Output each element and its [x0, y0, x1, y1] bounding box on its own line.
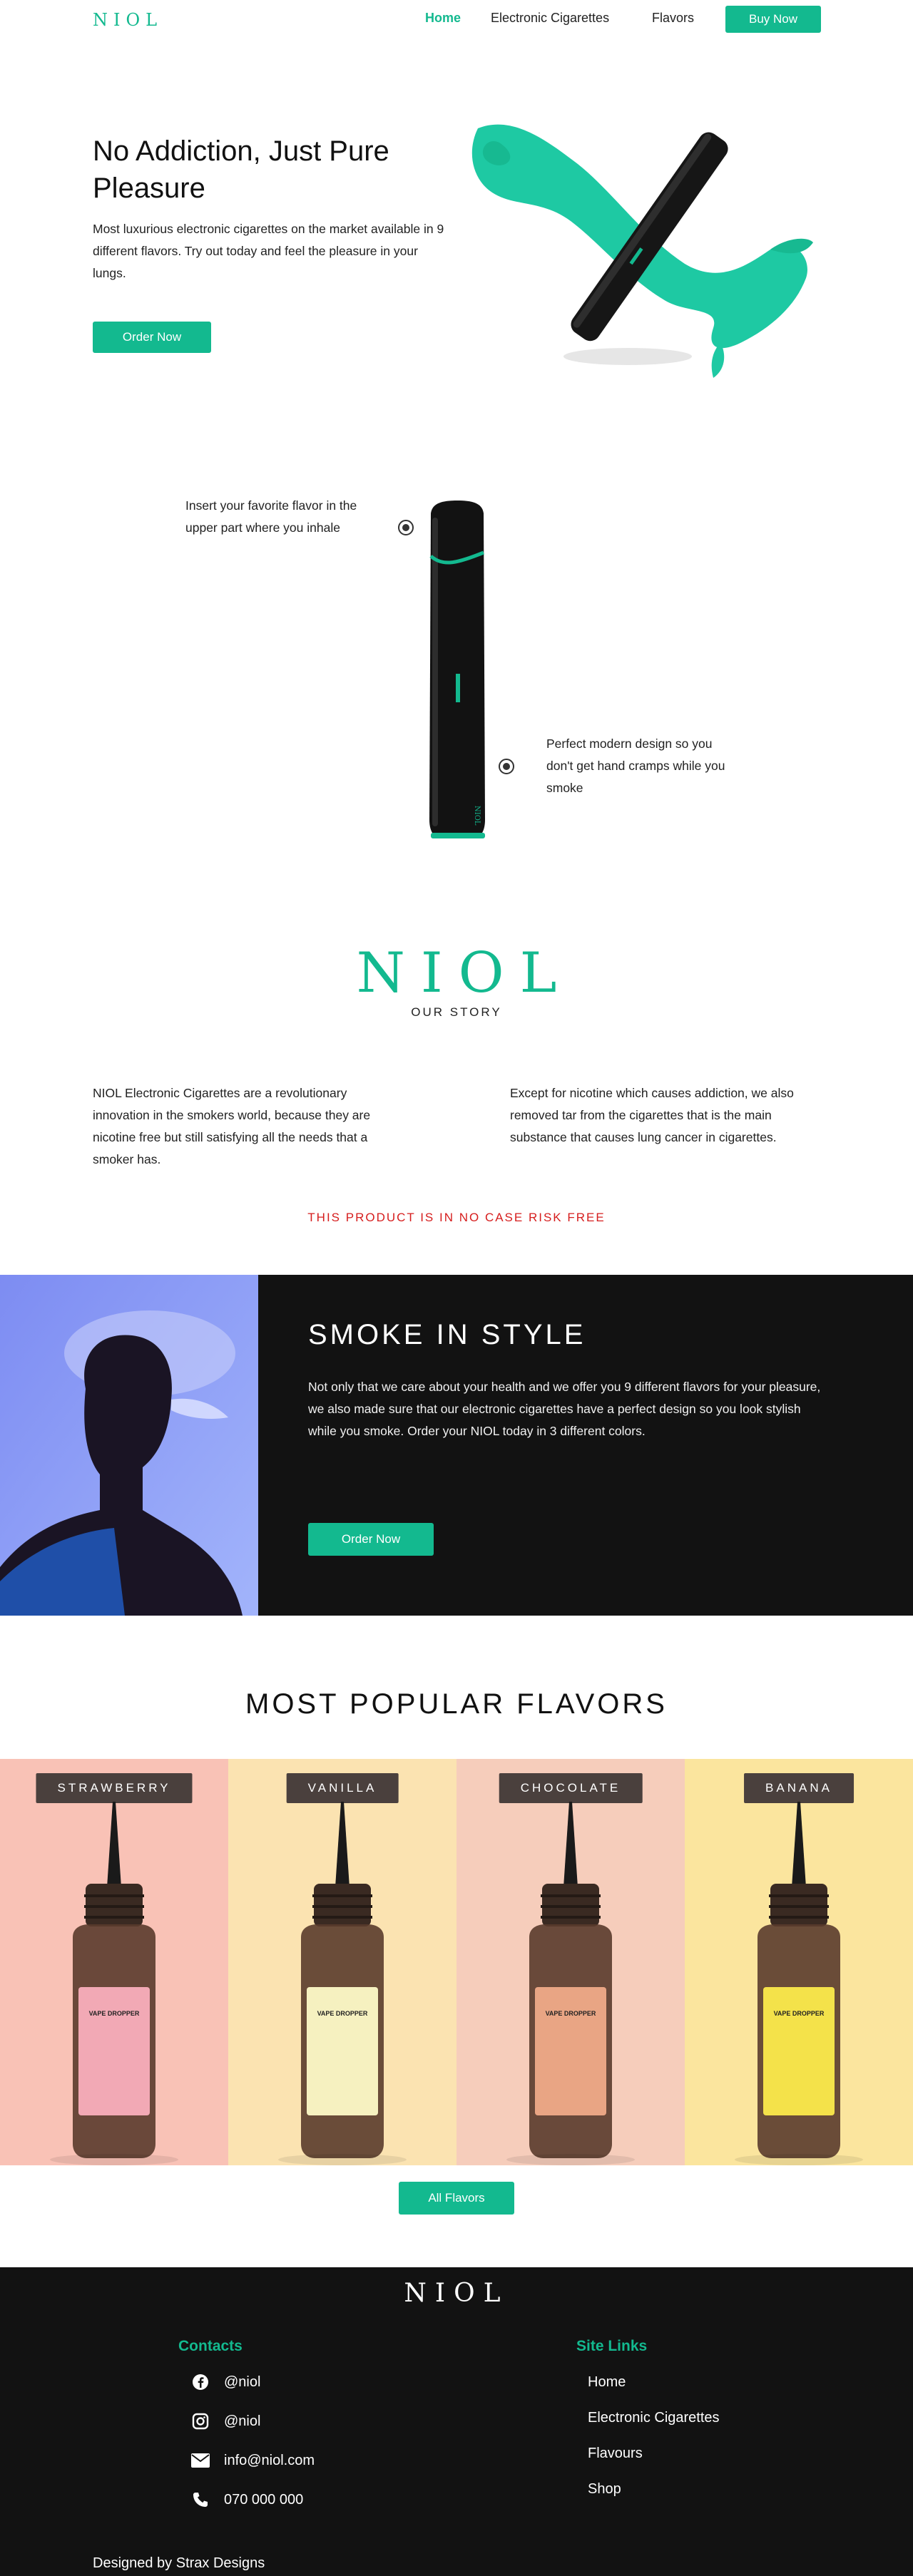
svg-text:NIOL: NIOL — [473, 806, 481, 826]
nav-link-home[interactable]: Home — [425, 11, 461, 26]
all-flavors-button[interactable]: All Flavors — [399, 2182, 514, 2215]
bottle-label: VAPE DROPPER — [89, 2010, 140, 2017]
hero-text: Most luxurious electronic cigarettes on … — [93, 222, 444, 280]
buy-now-button[interactable]: Buy Now — [725, 6, 821, 33]
bottle-label: VAPE DROPPER — [774, 2010, 825, 2017]
footer-logo: NIOL — [404, 2279, 509, 2308]
story-right-text: Except for nicotine which causes addicti… — [510, 1086, 794, 1144]
hero-order-button[interactable]: Order Now — [93, 322, 211, 353]
contact-email[interactable]: info@niol.com — [191, 2451, 315, 2470]
target-icon — [499, 759, 514, 774]
footer — [0, 2267, 913, 2576]
flavor-card-strawberry[interactable]: STRAWBERRY VAPE DROPPER — [0, 1759, 228, 2165]
hero-vape-splash-image — [471, 124, 813, 378]
nav-logo[interactable]: NIOL — [93, 10, 163, 30]
bottle-label: VAPE DROPPER — [546, 2010, 596, 2017]
smoke-order-button[interactable]: Order Now — [308, 1523, 434, 1556]
smoke-title: SMOKE IN STYLE — [308, 1319, 586, 1350]
flavor-bottle-image: VAPE DROPPER — [50, 1802, 178, 2165]
instagram-icon — [191, 2412, 210, 2431]
footer-link-home[interactable]: Home — [588, 2374, 626, 2391]
contact-text: @niol — [224, 2413, 261, 2429]
phone-icon — [191, 2490, 210, 2509]
bottle-label: VAPE DROPPER — [317, 2010, 368, 2017]
flavor-bottle-image: VAPE DROPPER — [506, 1802, 635, 2165]
story-logo: NIOL — [356, 941, 573, 1005]
contact-facebook[interactable]: @niol — [191, 2373, 260, 2391]
smoker-portrait-image — [0, 1275, 258, 1616]
contacts-heading: Contacts — [178, 2338, 243, 2354]
our-story-heading: OUR STORY — [411, 1005, 502, 1019]
contact-text: 070 000 000 — [224, 2491, 304, 2508]
popular-flavors-title: MOST POPULAR FLAVORS — [245, 1688, 668, 1720]
facebook-icon — [191, 2373, 210, 2391]
flavor-bottle-image: VAPE DROPPER — [735, 1802, 863, 2165]
contact-phone[interactable]: 070 000 000 — [191, 2490, 303, 2509]
contact-text: info@niol.com — [224, 2452, 315, 2468]
nav-link-flavors[interactable]: Flavors — [652, 11, 694, 26]
flavor-bottle-image: VAPE DROPPER — [278, 1802, 407, 2165]
feature-right-text: Perfect modern design so you don't get h… — [546, 737, 725, 795]
nav-link-electronic-cigarettes[interactable]: Electronic Cigarettes — [491, 11, 609, 26]
mail-icon — [191, 2451, 210, 2470]
footer-link-shop[interactable]: Shop — [588, 2481, 621, 2498]
contact-instagram[interactable]: @niol — [191, 2412, 260, 2431]
story-left-text: NIOL Electronic Cigarettes are a revolut… — [93, 1086, 371, 1166]
flavor-card-chocolate[interactable]: CHOCOLATE VAPE DROPPER — [456, 1759, 685, 2165]
flavor-card-vanilla[interactable]: VANILLA VAPE DROPPER — [228, 1759, 456, 2165]
footer-link-flavours[interactable]: Flavours — [588, 2446, 643, 2462]
target-icon — [398, 520, 414, 535]
designed-by: Designed by Strax Designs — [93, 2555, 265, 2571]
flavor-card-banana[interactable]: BANANA VAPE DROPPER — [685, 1759, 913, 2165]
contact-text: @niol — [224, 2374, 261, 2390]
footer-link-electronic-cigarettes[interactable]: Electronic Cigarettes — [588, 2410, 720, 2426]
smoke-text: Not only that we care about your health … — [308, 1380, 821, 1438]
vape-pen-image: NIOL — [429, 501, 485, 838]
feature-left-text: Insert your favorite flavor in the upper… — [185, 498, 357, 535]
hero-title: No Addiction, Just Pure Pleasure — [93, 135, 389, 204]
risk-warning: THIS PRODUCT IS IN NO CASE RISK FREE — [307, 1211, 606, 1224]
site-links-heading: Site Links — [576, 2338, 648, 2354]
